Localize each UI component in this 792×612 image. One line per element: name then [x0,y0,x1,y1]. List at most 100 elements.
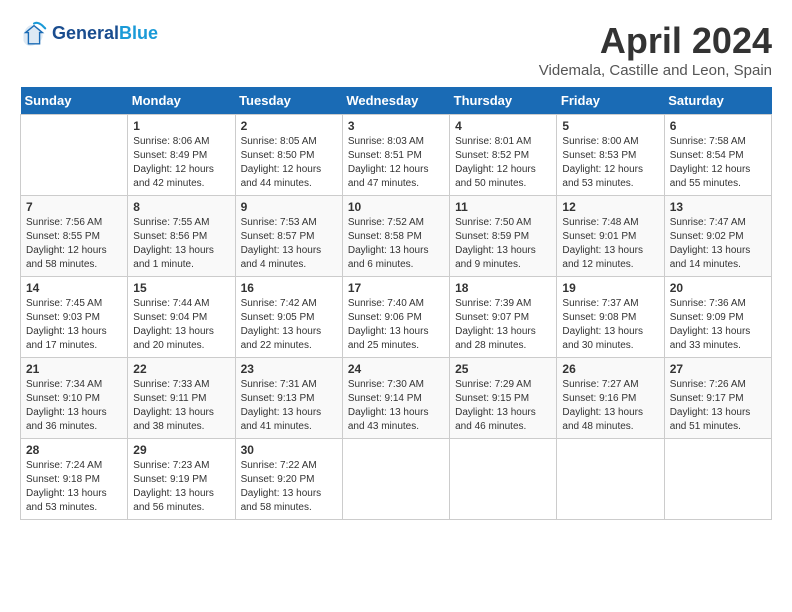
calendar-cell: 27 Sunrise: 7:26 AM Sunset: 9:17 PM Dayli… [664,358,771,439]
day-number: 14 [26,281,122,295]
calendar-cell [342,439,449,520]
cell-info: Sunrise: 7:45 AM Sunset: 9:03 PM Dayligh… [26,297,122,353]
calendar-cell: 6 Sunrise: 7:58 AM Sunset: 8:54 PM Daylig… [664,115,771,196]
cell-info: Sunrise: 7:29 AM Sunset: 9:15 PM Dayligh… [455,378,551,434]
calendar-cell: 7 Sunrise: 7:56 AM Sunset: 8:55 PM Daylig… [21,196,128,277]
day-header-thursday: Thursday [450,87,557,115]
cell-info: Sunrise: 7:50 AM Sunset: 8:59 PM Dayligh… [455,216,551,272]
cell-info: Sunrise: 7:26 AM Sunset: 9:17 PM Dayligh… [670,378,766,434]
day-number: 9 [241,200,337,214]
cell-info: Sunrise: 7:52 AM Sunset: 8:58 PM Dayligh… [348,216,444,272]
calendar-cell: 20Sunrise: 7:36 AM Sunset: 9:09 PM Dayli… [664,277,771,358]
day-number: 10 [348,200,444,214]
day-number: 30 [241,443,337,457]
day-number: 23 [241,362,337,376]
day-number: 21 [26,362,122,376]
day-number: 8 [133,200,229,214]
calendar-cell: 23 Sunrise: 7:31 AM Sunset: 9:13 PM Dayli… [235,358,342,439]
cell-info: Sunrise: 7:36 AM Sunset: 9:09 PM Dayligh… [670,297,766,353]
calendar-cell: 3 Sunrise: 8:03 AM Sunset: 8:51 PM Daylig… [342,115,449,196]
calendar-cell: 4 Sunrise: 8:01 AM Sunset: 8:52 PM Daylig… [450,115,557,196]
day-number: 27 [670,362,766,376]
calendar-cell: 13 Sunrise: 7:47 AM Sunset: 9:02 PM Dayli… [664,196,771,277]
days-header-row: SundayMondayTuesdayWednesdayThursdayFrid… [21,87,772,115]
day-number: 4 [455,119,551,133]
day-number: 17 [348,281,444,295]
calendar-cell: 2 Sunrise: 8:05 AM Sunset: 8:50 PM Daylig… [235,115,342,196]
cell-info: Sunrise: 8:06 AM Sunset: 8:49 PM Dayligh… [133,135,229,191]
week-row-5: 28 Sunrise: 7:24 AM Sunset: 9:18 PM Dayli… [21,439,772,520]
cell-info: Sunrise: 7:33 AM Sunset: 9:11 PM Dayligh… [133,378,229,434]
cell-info: Sunrise: 7:58 AM Sunset: 8:54 PM Dayligh… [670,135,766,191]
calendar-cell: 5 Sunrise: 8:00 AM Sunset: 8:53 PM Daylig… [557,115,664,196]
cell-info: Sunrise: 7:22 AM Sunset: 9:20 PM Dayligh… [241,459,337,515]
cell-info: Sunrise: 8:00 AM Sunset: 8:53 PM Dayligh… [562,135,658,191]
calendar-cell: 26 Sunrise: 7:27 AM Sunset: 9:16 PM Dayli… [557,358,664,439]
day-number: 7 [26,200,122,214]
calendar-cell [664,439,771,520]
day-number: 22 [133,362,229,376]
day-number: 3 [348,119,444,133]
cell-info: Sunrise: 8:01 AM Sunset: 8:52 PM Dayligh… [455,135,551,191]
calendar-cell: 16 Sunrise: 7:42 AM Sunset: 9:05 PM Dayli… [235,277,342,358]
cell-info: Sunrise: 8:03 AM Sunset: 8:51 PM Dayligh… [348,135,444,191]
cell-info: Sunrise: 7:24 AM Sunset: 9:18 PM Dayligh… [26,459,122,515]
cell-info: Sunrise: 7:44 AM Sunset: 9:04 PM Dayligh… [133,297,229,353]
calendar-cell: 8 Sunrise: 7:55 AM Sunset: 8:56 PM Daylig… [128,196,235,277]
day-number: 28 [26,443,122,457]
cell-info: Sunrise: 8:05 AM Sunset: 8:50 PM Dayligh… [241,135,337,191]
day-header-sunday: Sunday [21,87,128,115]
calendar-cell: 15 Sunrise: 7:44 AM Sunset: 9:04 PM Dayli… [128,277,235,358]
calendar-cell: 10 Sunrise: 7:52 AM Sunset: 8:58 PM Dayli… [342,196,449,277]
day-header-wednesday: Wednesday [342,87,449,115]
calendar-cell: 1Sunrise: 8:06 AM Sunset: 8:49 PM Daylig… [128,115,235,196]
cell-info: Sunrise: 7:27 AM Sunset: 9:16 PM Dayligh… [562,378,658,434]
day-number: 12 [562,200,658,214]
day-number: 13 [670,200,766,214]
calendar-cell: 21 Sunrise: 7:34 AM Sunset: 9:10 PM Dayli… [21,358,128,439]
calendar-cell: 11 Sunrise: 7:50 AM Sunset: 8:59 PM Dayli… [450,196,557,277]
calendar-cell [557,439,664,520]
cell-info: Sunrise: 7:37 AM Sunset: 9:08 PM Dayligh… [562,297,658,353]
calendar-cell: 12 Sunrise: 7:48 AM Sunset: 9:01 PM Dayli… [557,196,664,277]
calendar-cell [21,115,128,196]
day-number: 26 [562,362,658,376]
day-header-friday: Friday [557,87,664,115]
cell-info: Sunrise: 7:34 AM Sunset: 9:10 PM Dayligh… [26,378,122,434]
day-header-monday: Monday [128,87,235,115]
cell-info: Sunrise: 7:31 AM Sunset: 9:13 PM Dayligh… [241,378,337,434]
logo-text: GeneralBlue [52,24,158,44]
day-number: 5 [562,119,658,133]
week-row-4: 21 Sunrise: 7:34 AM Sunset: 9:10 PM Dayli… [21,358,772,439]
day-number: 15 [133,281,229,295]
cell-info: Sunrise: 7:55 AM Sunset: 8:56 PM Dayligh… [133,216,229,272]
day-number: 24 [348,362,444,376]
calendar-cell: 18Sunrise: 7:39 AM Sunset: 9:07 PM Dayli… [450,277,557,358]
day-number: 16 [241,281,337,295]
cell-info: Sunrise: 7:56 AM Sunset: 8:55 PM Dayligh… [26,216,122,272]
calendar-table: SundayMondayTuesdayWednesdayThursdayFrid… [20,87,772,520]
calendar-cell: 28 Sunrise: 7:24 AM Sunset: 9:18 PM Dayli… [21,439,128,520]
calendar-cell: 24 Sunrise: 7:30 AM Sunset: 9:14 PM Dayli… [342,358,449,439]
cell-info: Sunrise: 7:42 AM Sunset: 9:05 PM Dayligh… [241,297,337,353]
cell-info: Sunrise: 7:48 AM Sunset: 9:01 PM Dayligh… [562,216,658,272]
day-header-saturday: Saturday [664,87,771,115]
day-number: 11 [455,200,551,214]
day-header-tuesday: Tuesday [235,87,342,115]
calendar-cell: 25 Sunrise: 7:29 AM Sunset: 9:15 PM Dayli… [450,358,557,439]
cell-info: Sunrise: 7:30 AM Sunset: 9:14 PM Dayligh… [348,378,444,434]
week-row-1: 1Sunrise: 8:06 AM Sunset: 8:49 PM Daylig… [21,115,772,196]
cell-info: Sunrise: 7:39 AM Sunset: 9:07 PM Dayligh… [455,297,551,353]
calendar-cell: 22 Sunrise: 7:33 AM Sunset: 9:11 PM Dayli… [128,358,235,439]
logo-icon [20,20,48,48]
page-header: GeneralBlue April 2024 Videmala, Castill… [20,20,772,79]
calendar-cell: 9Sunrise: 7:53 AM Sunset: 8:57 PM Daylig… [235,196,342,277]
day-number: 25 [455,362,551,376]
calendar-cell: 19 Sunrise: 7:37 AM Sunset: 9:08 PM Dayli… [557,277,664,358]
title-section: April 2024 Videmala, Castille and Leon, … [539,20,772,79]
day-number: 2 [241,119,337,133]
day-number: 6 [670,119,766,133]
day-number: 19 [562,281,658,295]
calendar-cell [450,439,557,520]
cell-info: Sunrise: 7:47 AM Sunset: 9:02 PM Dayligh… [670,216,766,272]
